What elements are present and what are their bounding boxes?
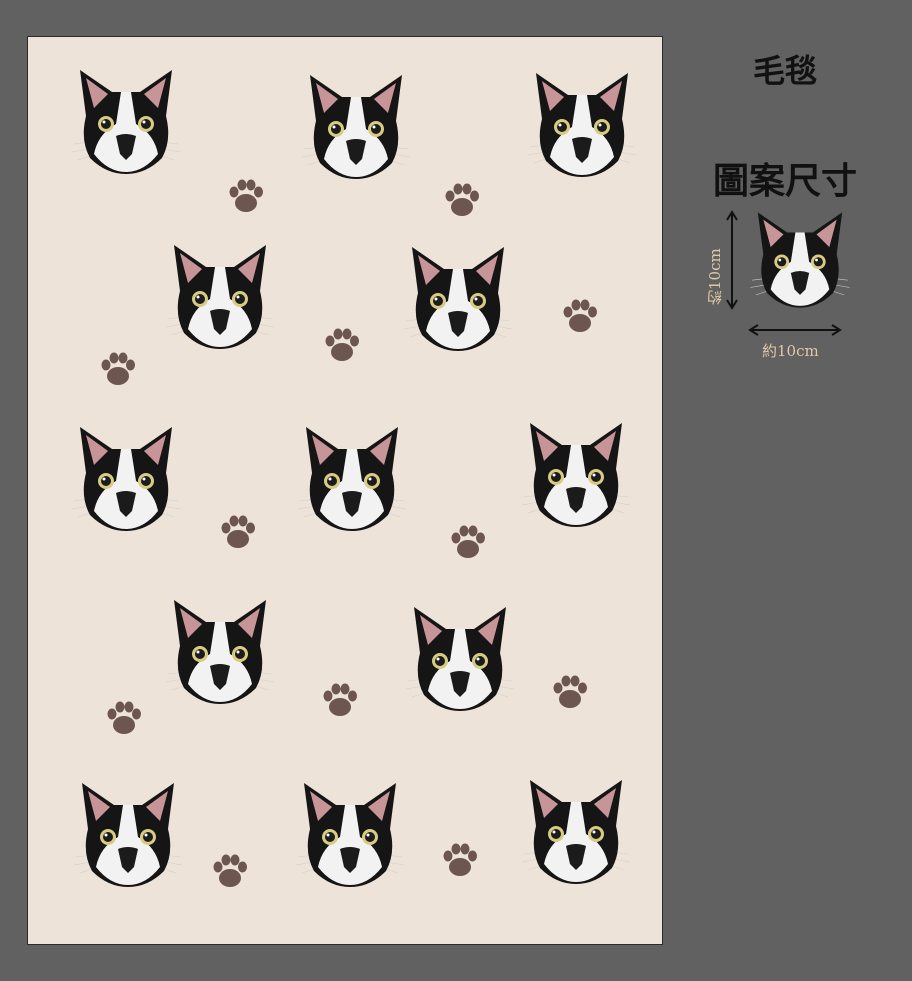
- width-dimension-label: 約10cm: [762, 342, 819, 360]
- cat-face-icon: [516, 772, 636, 892]
- paw-print-icon: [448, 523, 488, 563]
- paw-print-icon: [560, 297, 600, 337]
- cat-face-icon: [522, 65, 642, 185]
- cat-face-icon: [292, 419, 412, 539]
- cat-face-icon: [66, 62, 186, 182]
- cat-face-icon: [290, 775, 410, 895]
- vertical-dimension-arrow: [726, 210, 738, 310]
- cat-face-icon: [66, 419, 186, 539]
- horizontal-dimension-arrow: [748, 324, 842, 336]
- paw-print-icon: [442, 181, 482, 221]
- paw-print-icon: [440, 841, 480, 881]
- pattern-size-heading: 圖案尺寸: [712, 161, 857, 202]
- cat-face-icon: [516, 415, 636, 535]
- paw-print-icon: [104, 699, 144, 739]
- paw-print-icon: [550, 673, 590, 713]
- cat-face-icon: [160, 592, 280, 712]
- paw-print-icon: [98, 350, 138, 390]
- pattern-sample-cat-icon: [745, 205, 855, 315]
- cat-face-icon: [398, 239, 518, 359]
- cat-face-icon: [400, 599, 520, 719]
- paw-print-icon: [226, 177, 266, 217]
- paw-print-icon: [320, 681, 360, 721]
- blanket-preview: [27, 36, 663, 945]
- height-dimension-label: 約10cm: [706, 248, 724, 305]
- cat-face-icon: [68, 775, 188, 895]
- product-title: 毛毯: [752, 52, 817, 90]
- cat-face-icon: [160, 237, 280, 357]
- paw-print-icon: [210, 852, 250, 892]
- paw-print-icon: [218, 513, 258, 553]
- paw-print-icon: [322, 326, 362, 366]
- cat-face-icon: [296, 67, 416, 187]
